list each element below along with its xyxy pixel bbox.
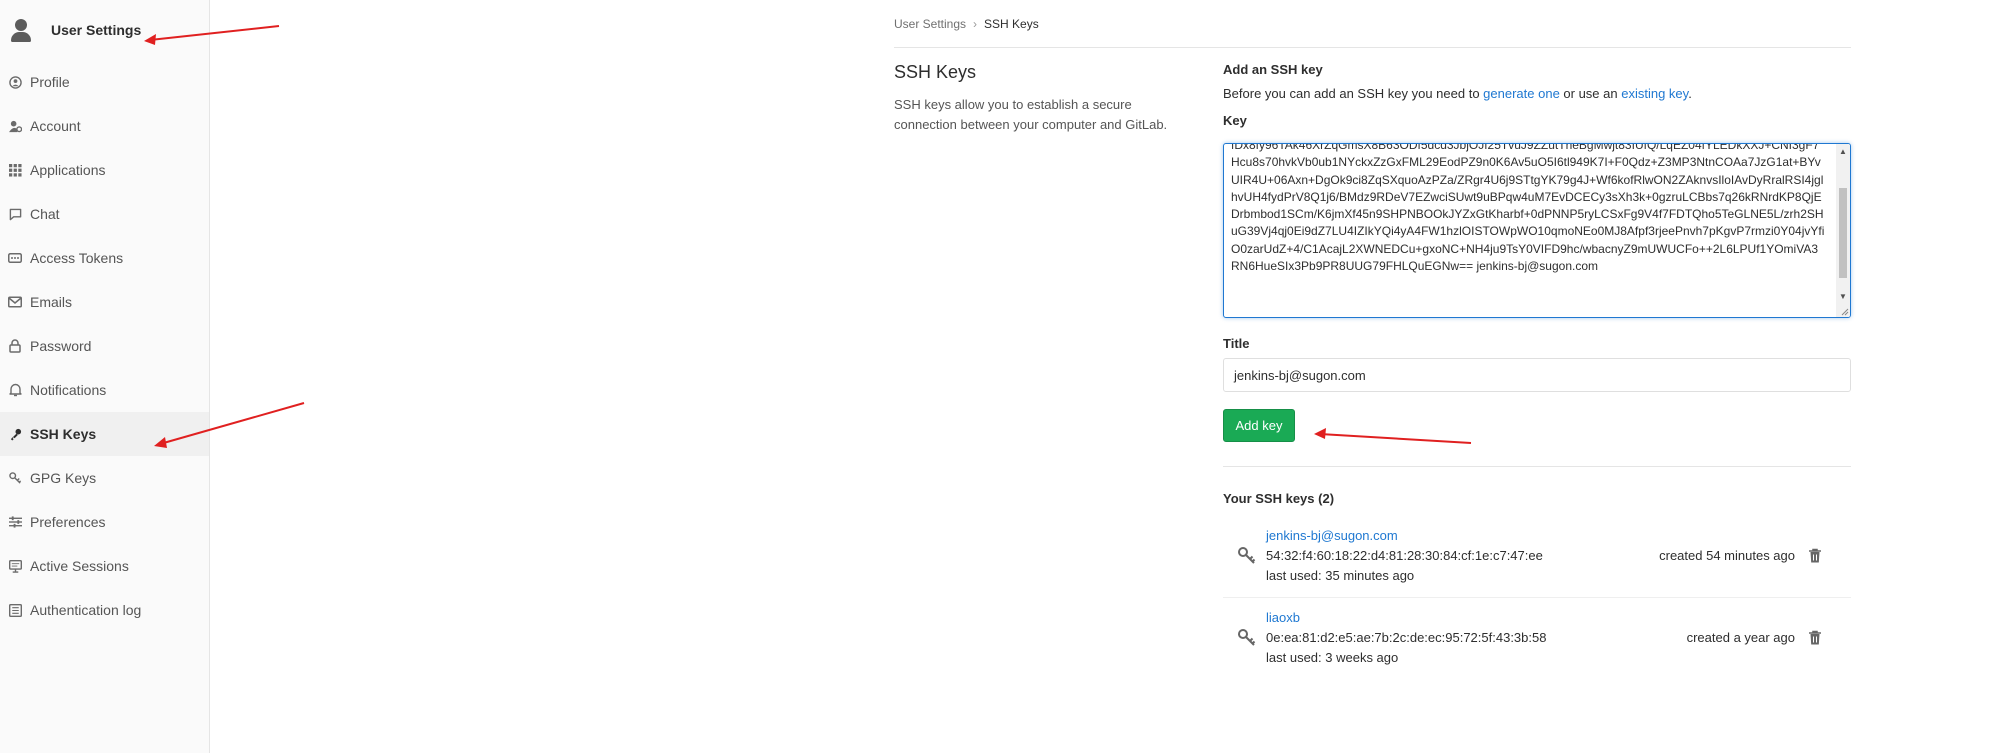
title-input[interactable]: jenkins-bj@sugon.com <box>1223 358 1851 392</box>
divider <box>1223 597 1851 598</box>
sidebar-item-gpg-keys[interactable]: GPG Keys <box>0 456 209 500</box>
sidebar-item-access-tokens[interactable]: Access Tokens <box>0 236 209 280</box>
scroll-up-icon[interactable]: ▲ <box>1836 144 1850 158</box>
scroll-down-icon[interactable]: ▼ <box>1836 289 1850 303</box>
token-icon <box>8 251 22 265</box>
sidebar-item-label: Emails <box>30 294 73 310</box>
desc-text: . <box>1688 86 1692 101</box>
divider <box>1223 466 1851 467</box>
breadcrumb-current[interactable]: SSH Keys <box>984 17 1039 31</box>
ssh-keys-heading: Your SSH keys (2) <box>1223 491 1335 506</box>
sidebar-item-label: GPG Keys <box>30 470 97 486</box>
sidebar-item-label: Password <box>30 338 92 354</box>
ssh-key-created: created 54 minutes ago <box>1659 548 1795 563</box>
key-textarea-content: fDx8fy96TAk46XrZqGmsX8B63ODf5dcd3JbjOJf2… <box>1231 143 1825 274</box>
generate-one-link[interactable]: generate one <box>1483 86 1560 101</box>
bell-icon <box>8 383 22 397</box>
sidebar-item-profile[interactable]: Profile <box>0 60 209 104</box>
sidebar-item-account[interactable]: Account <box>0 104 209 148</box>
sidebar-item-label: Chat <box>30 206 60 222</box>
desc-text: Before you can add an SSH key you need t… <box>1223 86 1484 101</box>
sidebar-item-label: Access Tokens <box>30 250 124 266</box>
ssh-key-item: jenkins-bj@sugon.com 54:32:f4:60:18:22:d… <box>1223 524 1851 604</box>
trash-icon[interactable] <box>1808 630 1822 646</box>
sidebar-item-label: SSH Keys <box>30 426 97 442</box>
ssh-key-last-used: last used: 35 minutes ago <box>1266 568 1415 583</box>
sidebar: User Settings Profile Account Applicatio… <box>0 0 210 753</box>
intro-section: SSH Keys SSH keys allow you to establish… <box>894 62 1194 135</box>
ssh-key-fingerprint: 54:32:f4:60:18:22:d4:81:28:30:84:cf:1e:c… <box>1266 548 1543 563</box>
sidebar-item-label: Authentication log <box>30 602 142 618</box>
ssh-key-title-link[interactable]: liaoxb <box>1266 610 1300 625</box>
sidebar-item-password[interactable]: Password <box>0 324 209 368</box>
add-key-section: Add an SSH key Before you can add an SSH… <box>1223 62 1851 128</box>
add-key-button[interactable]: Add key <box>1223 409 1295 442</box>
monitor-icon <box>8 559 22 573</box>
trash-icon[interactable] <box>1808 548 1822 564</box>
sidebar-title: User Settings <box>51 22 142 38</box>
annotation-arrow-add-key <box>1314 428 1472 444</box>
account-icon <box>8 119 22 133</box>
sidebar-header[interactable]: User Settings <box>0 0 209 60</box>
title-label: Title <box>1223 336 1250 351</box>
key-icon <box>1238 629 1256 646</box>
preferences-icon <box>8 515 22 529</box>
scroll-thumb[interactable] <box>1839 188 1847 278</box>
sidebar-item-authentication-log[interactable]: Authentication log <box>0 588 209 632</box>
key-icon <box>1238 547 1256 564</box>
sidebar-item-label: Account <box>30 118 81 134</box>
sidebar-item-notifications[interactable]: Notifications <box>0 368 209 412</box>
profile-icon <box>8 75 22 89</box>
sidebar-item-ssh-keys[interactable]: SSH Keys <box>0 412 209 456</box>
sidebar-item-label: Profile <box>30 74 70 90</box>
ssh-key-last-used: last used: 3 weeks ago <box>1266 650 1399 665</box>
ssh-key-fingerprint: 0e:ea:81:d2:e5:ae:7b:2c:de:ec:95:72:5f:4… <box>1266 630 1547 645</box>
existing-key-link[interactable]: existing key <box>1621 86 1688 101</box>
divider <box>894 47 1851 48</box>
key-icon <box>8 427 22 441</box>
add-key-heading: Add an SSH key <box>1223 62 1323 77</box>
chat-icon <box>8 207 22 221</box>
user-avatar-icon <box>8 17 34 43</box>
sidebar-item-label: Active Sessions <box>30 558 129 574</box>
sidebar-item-label: Preferences <box>30 514 106 530</box>
ssh-key-title-link[interactable]: jenkins-bj@sugon.com <box>1266 528 1398 543</box>
breadcrumb: User Settings › SSH Keys <box>894 17 1039 31</box>
key-textarea[interactable]: fDx8fy96TAk46XrZqGmsX8B63ODf5dcd3JbjOJf2… <box>1223 143 1851 318</box>
sidebar-item-chat[interactable]: Chat <box>0 192 209 236</box>
log-icon <box>8 603 22 617</box>
ssh-key-created: created a year ago <box>1686 630 1795 645</box>
key-icon <box>8 471 22 485</box>
page-title: SSH Keys <box>894 62 977 82</box>
key-label: Key <box>1223 113 1247 128</box>
sidebar-item-emails[interactable]: Emails <box>0 280 209 324</box>
page-description: SSH keys allow you to establish a secure… <box>894 97 1168 132</box>
sidebar-item-preferences[interactable]: Preferences <box>0 500 209 544</box>
breadcrumb-parent[interactable]: User Settings <box>894 17 966 31</box>
add-key-description: Before you can add an SSH key you need t… <box>1223 86 1851 101</box>
sidebar-item-applications[interactable]: Applications <box>0 148 209 192</box>
breadcrumb-separator: › <box>973 17 978 31</box>
ssh-key-item: liaoxb 0e:ea:81:d2:e5:ae:7b:2c:de:ec:95:… <box>1223 606 1851 686</box>
mail-icon <box>8 295 22 309</box>
sidebar-item-label: Notifications <box>30 382 107 398</box>
sidebar-item-active-sessions[interactable]: Active Sessions <box>0 544 209 588</box>
desc-text: or use an <box>1559 86 1622 101</box>
resize-handle-icon[interactable] <box>1839 306 1849 316</box>
textarea-scrollbar[interactable]: ▲ ▼ <box>1836 144 1850 317</box>
sidebar-item-label: Applications <box>30 162 106 178</box>
applications-icon <box>8 163 22 177</box>
lock-icon <box>8 339 22 353</box>
